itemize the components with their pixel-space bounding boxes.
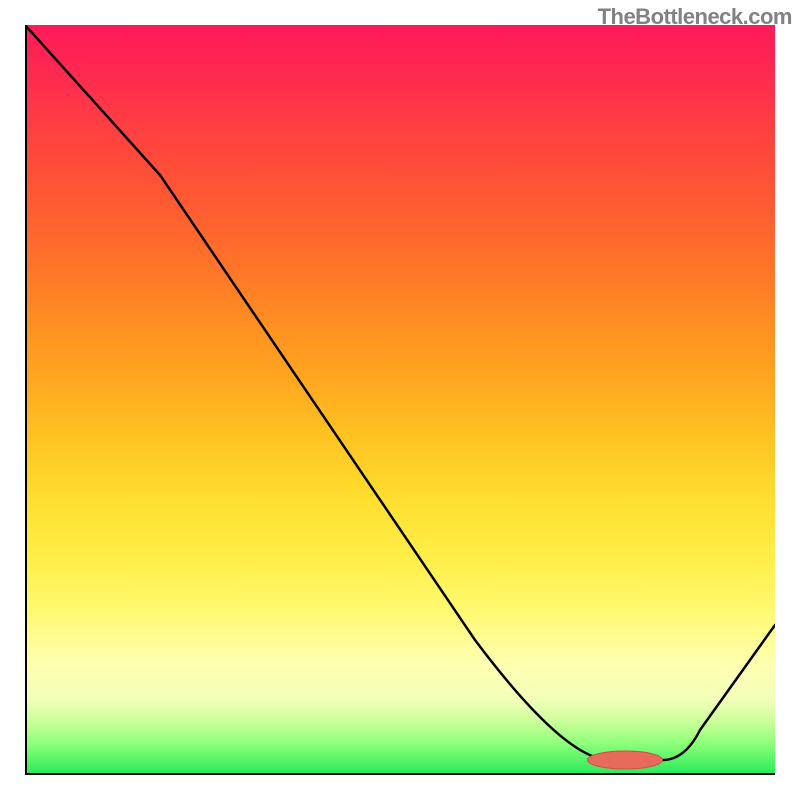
line-chart-svg	[25, 25, 775, 775]
chart-container: TheBottleneck.com	[0, 0, 800, 800]
optimum-marker	[588, 751, 663, 769]
watermark-text: TheBottleneck.com	[598, 4, 792, 30]
chart-curve	[25, 25, 775, 760]
